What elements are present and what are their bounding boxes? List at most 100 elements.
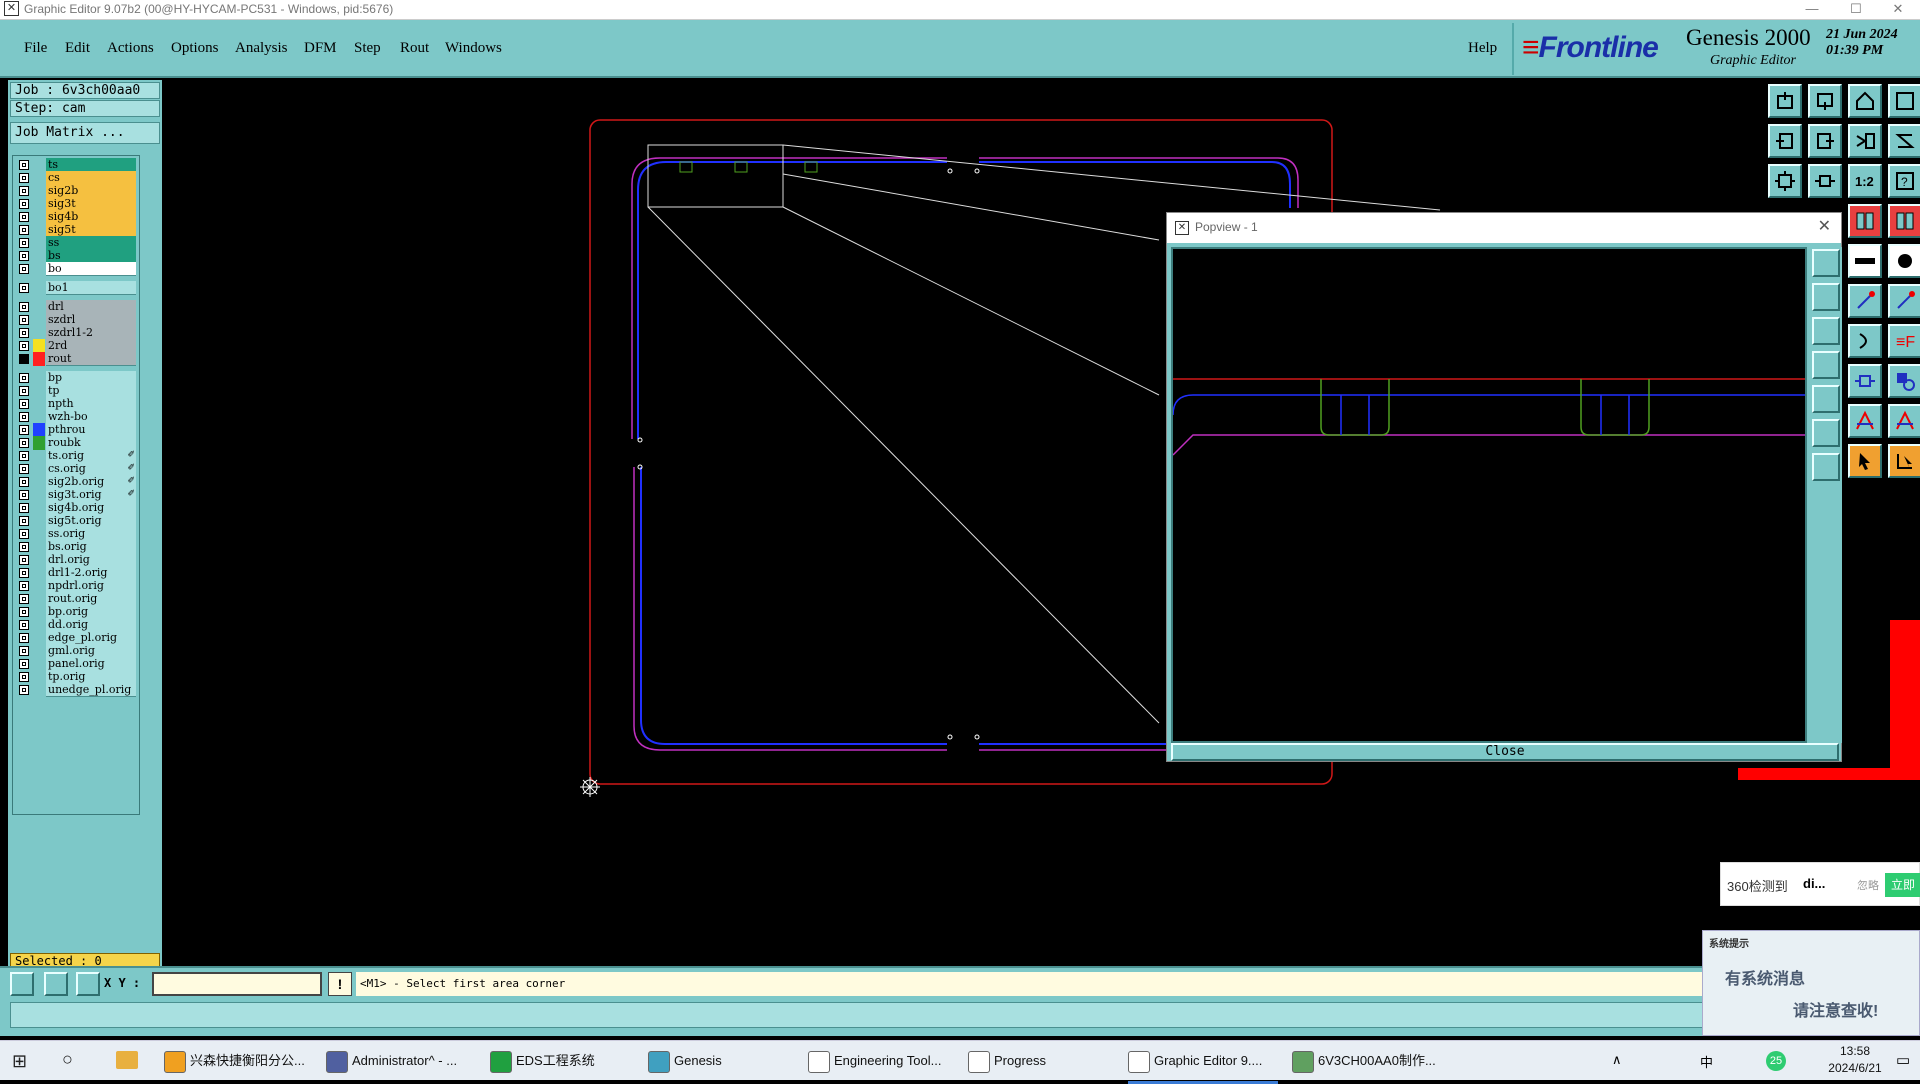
layer-name[interactable]: ts.orig [46,449,136,463]
layer-checkbox[interactable] [19,438,29,448]
layer-name[interactable]: szdrl [46,313,136,327]
layer-name[interactable]: panel.orig [46,657,136,671]
clock[interactable]: 13:58 2024/6/21 [1820,1043,1890,1077]
zoom-down-icon[interactable] [1808,84,1842,118]
layer-name[interactable]: cs.orig [46,462,136,476]
layer-row[interactable]: ts.orig ✐ [15,449,137,463]
layer-checkbox[interactable] [19,672,29,682]
layer-checkbox[interactable] [19,555,29,565]
taskbar-item[interactable]: Administrator^ - ... [326,1041,476,1081]
layer-row[interactable]: wzh-bo [15,410,137,424]
layer-row[interactable]: tp.orig [15,670,137,684]
layer-row[interactable]: bo1 [15,281,137,295]
tray-temp-badge[interactable]: 25 [1766,1051,1786,1071]
layer-row[interactable]: ts [15,158,137,172]
layer-checkbox[interactable] [19,199,29,209]
layer-row[interactable]: gml.orig [15,644,137,658]
layer-name[interactable]: tp [46,384,136,398]
layer-row[interactable]: szdrl [15,313,137,327]
layer-checkbox[interactable] [19,685,29,695]
center-icon[interactable] [1808,164,1842,198]
measure-red-2-icon[interactable] [1888,204,1920,238]
layer-name[interactable]: sig3t [46,197,136,211]
zoom-line-icon[interactable] [44,972,68,996]
layer-name[interactable]: bs [46,249,136,263]
layer-name[interactable]: tp.orig [46,670,136,684]
layer-name[interactable]: npth [46,397,136,411]
taskbar-item[interactable]: Engineering Tool... [808,1041,958,1081]
layer-name[interactable]: bp [46,371,136,385]
layer-row[interactable]: bp [15,371,137,385]
layer-checkbox[interactable] [19,386,29,396]
layer-name[interactable]: sig5t [46,223,136,237]
layer-row[interactable]: rout.orig [15,592,137,606]
layer-checkbox[interactable] [19,225,29,235]
layer-checkbox[interactable] [19,581,29,591]
layer-name[interactable]: drl [46,300,136,314]
zoom-in-icon[interactable] [1848,124,1882,158]
layer-row[interactable]: npdrl.orig [15,579,137,593]
line-add-2-icon[interactable] [1888,284,1920,318]
layer-row[interactable]: unedge_pl.orig [15,683,137,697]
measure-red-icon[interactable] [1848,204,1882,238]
layer-row[interactable]: roubk [15,436,137,450]
layer-checkbox[interactable] [19,646,29,656]
minimize-button[interactable]: — [1790,0,1834,18]
layer-checkbox[interactable] [19,251,29,261]
layer-name[interactable]: gml.orig [46,644,136,658]
layer-checkbox[interactable] [19,568,29,578]
taskbar-item[interactable]: EDS工程系统 [490,1041,640,1081]
menu-step[interactable]: Step [354,40,381,57]
layer-name[interactable]: npdrl.orig [46,579,136,593]
grid-icon[interactable] [76,972,100,996]
line-add-icon[interactable] [1848,284,1882,318]
layer-row[interactable]: edge_pl.orig [15,631,137,645]
menu-help[interactable]: Help [1468,40,1497,57]
layer-row[interactable]: sig5t [15,223,137,237]
layer-row[interactable]: panel.orig [15,657,137,671]
layer-name[interactable]: drl1-2.orig [46,566,136,580]
job-matrix-button[interactable]: Job Matrix ... [10,122,160,144]
close-window-button[interactable]: ✕ [1876,0,1920,18]
tray-expand-icon[interactable]: ∧ [1612,1052,1622,1068]
layer-checkbox[interactable] [19,354,29,364]
layer-checkbox[interactable] [19,594,29,604]
pan-left-icon[interactable] [1768,124,1802,158]
menu-edit[interactable]: Edit [65,40,90,57]
fit-icon[interactable] [1768,164,1802,198]
layer-checkbox[interactable] [19,542,29,552]
layer-checkbox[interactable] [19,341,29,351]
menu-analysis[interactable]: Analysis [235,40,288,57]
layer-checkbox[interactable] [19,633,29,643]
layer-row[interactable]: sig4b [15,210,137,224]
layer-row[interactable]: pthrou [15,423,137,437]
taskbar-item[interactable]: Genesis [648,1041,798,1081]
popview-canvas[interactable] [1171,247,1807,743]
layer-row[interactable]: tp [15,384,137,398]
notification-action-button[interactable]: 立即 [1885,873,1920,897]
popview-close-button[interactable]: Close [1171,743,1839,761]
taskbar-item[interactable]: 兴森快捷衡阳分公... [164,1041,314,1081]
maximize-button[interactable]: ☐ [1834,0,1878,18]
layer-name[interactable]: drl.orig [46,553,136,567]
exclamation-button[interactable]: ! [328,972,352,996]
layer-name[interactable]: rout [46,352,136,366]
move-icon[interactable] [1848,364,1882,398]
layer-row[interactable]: sig3t.orig ✐ [15,488,137,502]
layer-row[interactable]: bs.orig [15,540,137,554]
layer-name[interactable]: bo1 [46,281,136,295]
layer-name[interactable]: ts [46,158,136,172]
layer-row[interactable]: sig4b.orig [15,501,137,515]
layer-row[interactable]: bo [15,262,137,276]
shapes-icon[interactable] [1888,364,1920,398]
xy-input[interactable] [152,972,322,996]
menu-dfm[interactable]: DFM [304,40,337,57]
layer-checkbox[interactable] [19,529,29,539]
zoom-home-icon[interactable] [1768,84,1802,118]
layer-name[interactable]: sig2b [46,184,136,198]
popview-down-icon[interactable] [1812,317,1840,345]
layer-checkbox[interactable] [19,607,29,617]
layer-row[interactable]: dd.orig [15,618,137,632]
menu-rout[interactable]: Rout [400,40,429,57]
layer-checkbox[interactable] [19,283,29,293]
